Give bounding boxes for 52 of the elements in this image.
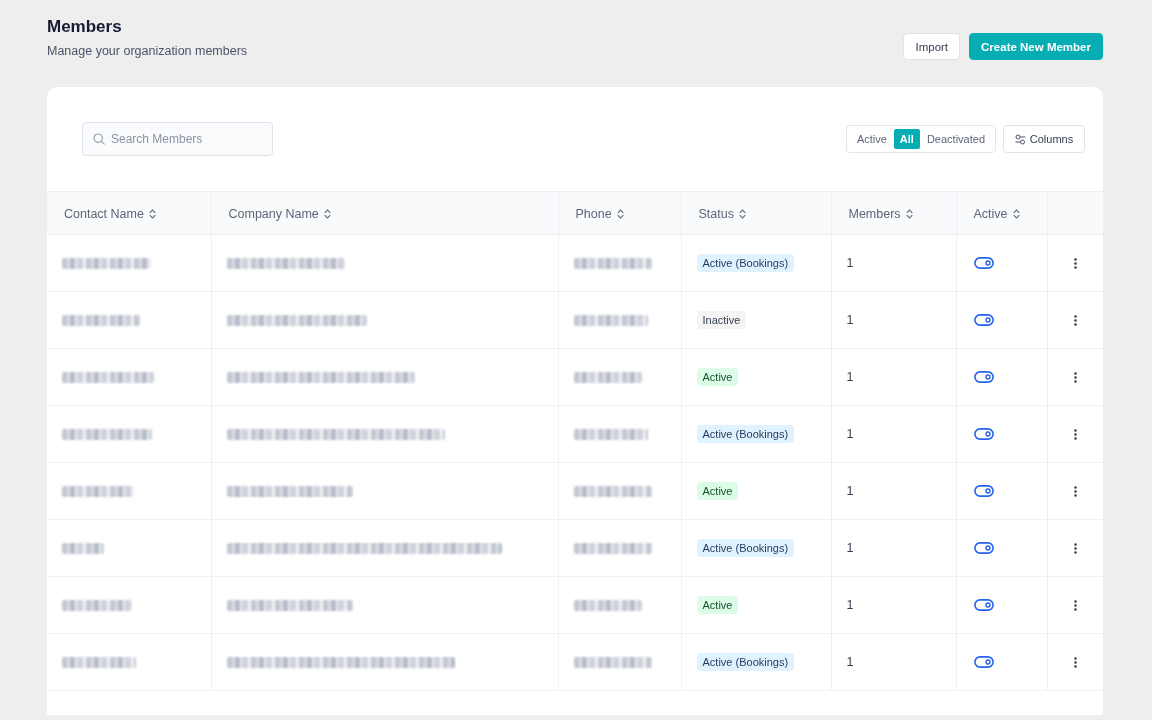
column-header[interactable]: Company Name — [228, 207, 331, 221]
status-badge: Active (Bookings) — [696, 653, 795, 671]
sliders-icon — [1014, 133, 1026, 145]
blurred-text — [62, 486, 134, 498]
status-badge: Active (Bookings) — [696, 425, 795, 443]
column-header[interactable]: Status — [698, 207, 746, 221]
blurred-text — [573, 600, 642, 612]
toggle-switch[interactable] — [973, 542, 994, 554]
filter-tab[interactable]: Deactivated — [919, 129, 992, 149]
blurred-text — [62, 543, 104, 555]
members-count: 1 — [846, 256, 854, 270]
toggle-switch[interactable] — [973, 371, 994, 383]
status-badge: Active (Bookings) — [696, 254, 795, 272]
blurred-text — [62, 600, 132, 612]
status-badge: Active — [696, 482, 739, 500]
members-count: 1 — [846, 370, 854, 384]
more-options-icon[interactable] — [1073, 600, 1077, 612]
toggle-switch[interactable] — [973, 485, 994, 497]
toggle-switch[interactable] — [973, 428, 994, 440]
toggle-switch[interactable] — [973, 599, 994, 611]
more-options-icon[interactable] — [1073, 258, 1077, 270]
members-count: 1 — [846, 484, 854, 498]
page-title: Members — [47, 16, 123, 38]
blurred-text — [573, 372, 642, 384]
more-options-icon[interactable] — [1073, 543, 1077, 555]
column-header[interactable]: Active — [973, 207, 1020, 221]
status-badge: Active — [696, 368, 739, 386]
filter-tab[interactable]: Active — [849, 129, 894, 149]
page-subtitle: Manage your organization members — [47, 43, 248, 59]
members-count: 1 — [846, 598, 854, 612]
toggle-switch[interactable] — [973, 314, 994, 326]
members-count: 1 — [846, 541, 854, 555]
members-count: 1 — [846, 655, 854, 669]
status-badge: Inactive — [696, 311, 747, 329]
more-options-icon[interactable] — [1073, 657, 1077, 669]
search-field[interactable]: Search Members — [82, 122, 273, 156]
more-options-icon[interactable] — [1073, 429, 1077, 441]
members-count: 1 — [846, 427, 854, 441]
columns-button[interactable]: Columns — [1003, 125, 1085, 153]
members-count: 1 — [846, 313, 854, 327]
more-options-icon[interactable] — [1073, 372, 1077, 384]
status-badge: Active (Bookings) — [696, 539, 795, 557]
toggle-switch[interactable] — [973, 257, 994, 269]
toggle-switch[interactable] — [973, 656, 994, 668]
column-header[interactable]: Contact Name — [64, 207, 156, 221]
search-icon — [93, 133, 105, 145]
status-badge: Active — [696, 596, 739, 614]
more-options-icon[interactable] — [1073, 315, 1077, 327]
import-button[interactable]: Import — [903, 33, 961, 60]
column-header[interactable]: Phone — [575, 207, 624, 221]
column-header[interactable]: Members — [848, 207, 913, 221]
more-options-icon[interactable] — [1073, 486, 1077, 498]
